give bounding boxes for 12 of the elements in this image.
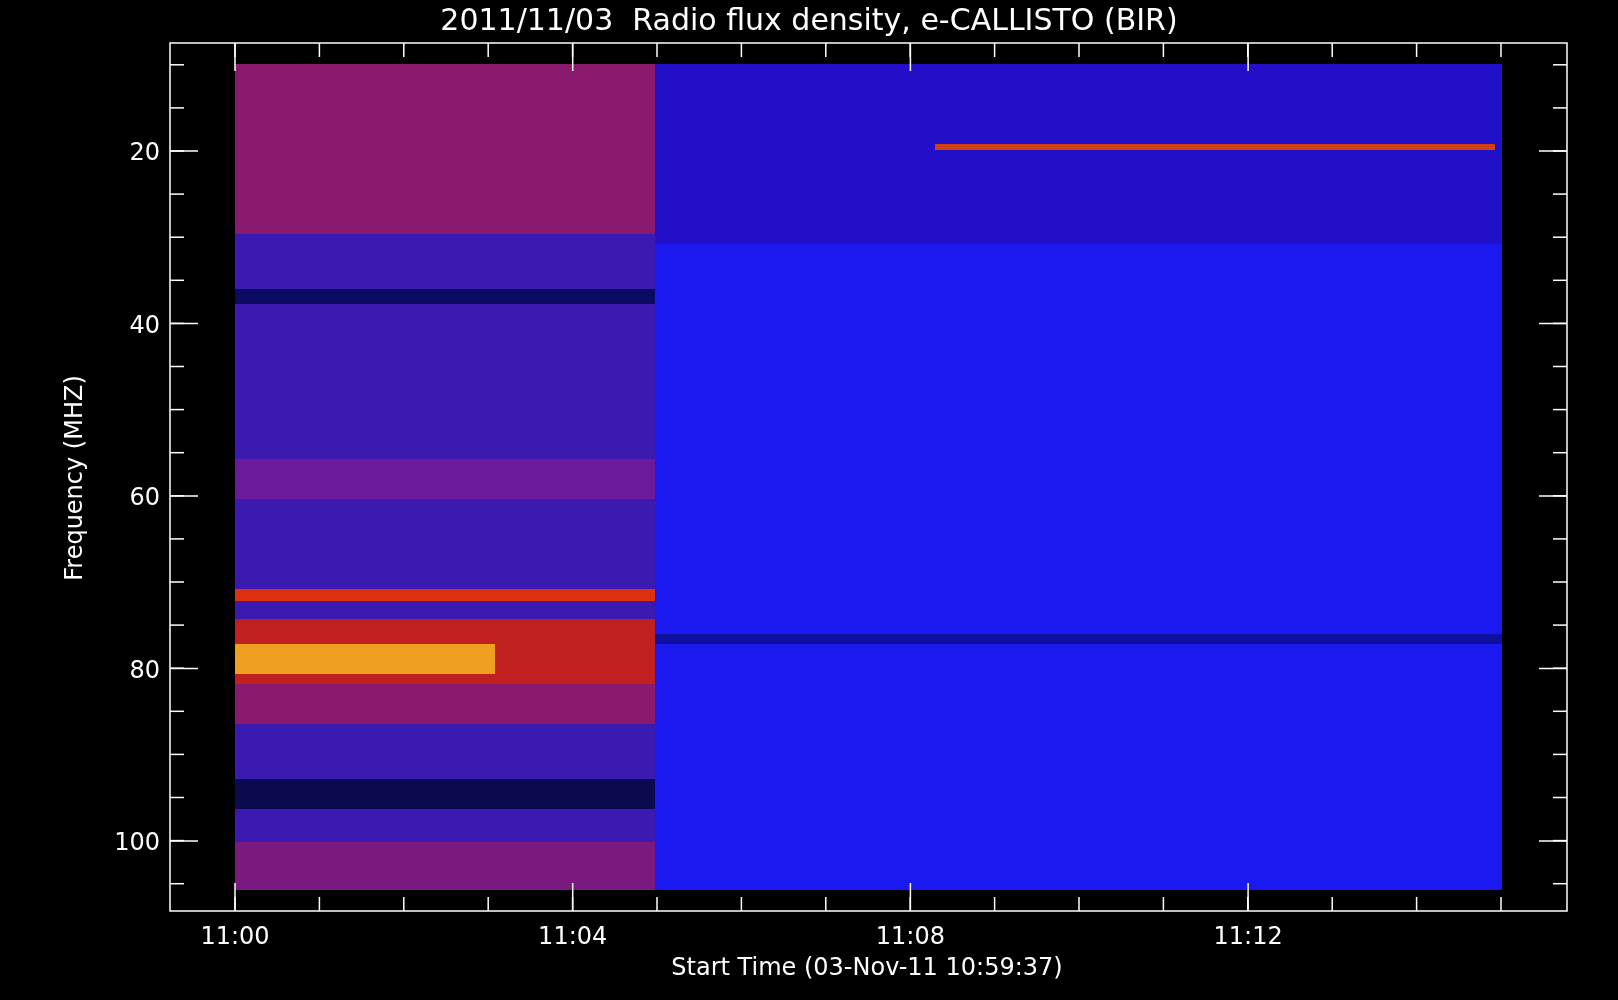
y-tick-label: 60 [129,483,160,511]
x-tick-label: 11:04 [538,922,608,950]
x-axis-label: Start Time (03-Nov-11 10:59:37) [671,953,1063,981]
x-tick-label: 11:08 [875,922,945,950]
plot-title: 2011/11/03 Radio flux density, e-CALLISTO (BIR) [440,2,1178,37]
y-tick-label: 40 [129,310,160,339]
y-tick-label: 20 [129,138,160,166]
y-tick-label: 80 [129,655,160,684]
x-tick-label: 11:00 [200,922,270,950]
y-axis-label: Frequency (MHZ) [60,375,88,581]
y-tick-label: 100 [114,828,160,856]
x-tick-label: 11:12 [1213,922,1283,950]
